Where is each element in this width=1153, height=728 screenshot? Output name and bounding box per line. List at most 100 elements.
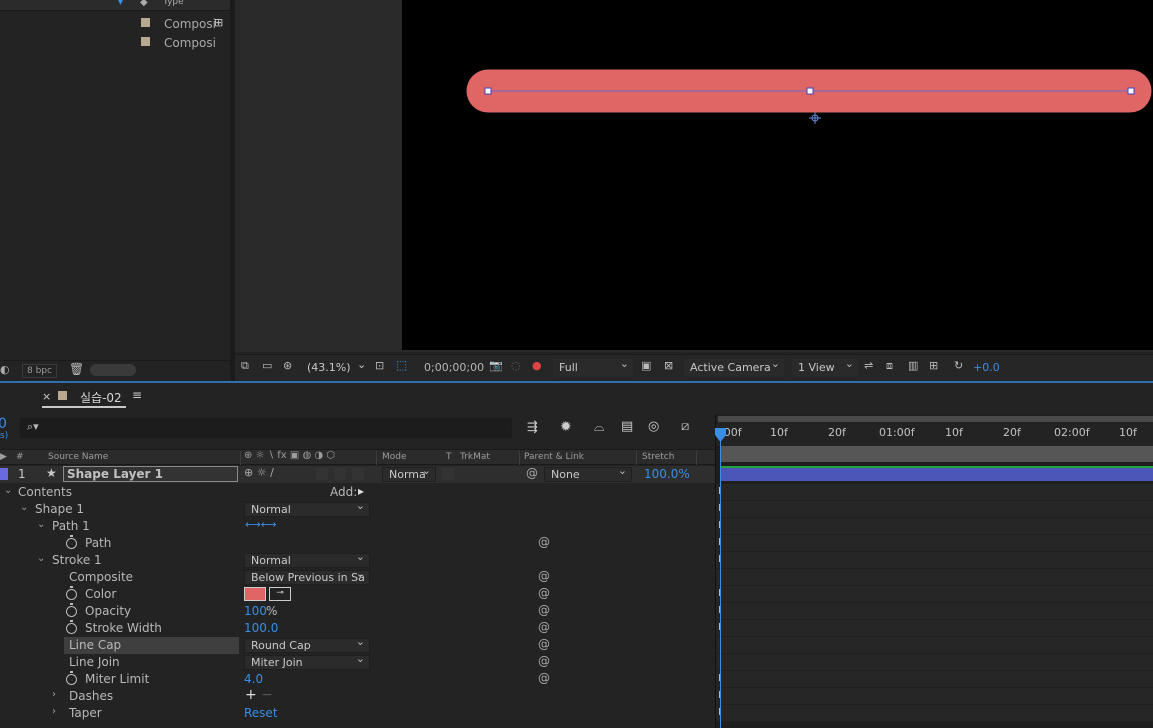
current-time-display[interactable]: 0;00;00;00 (424, 361, 484, 374)
col-label-icon[interactable]: ▶ (0, 452, 7, 462)
zoom-dropdown[interactable]: (43.1%) (307, 361, 351, 374)
zoom-chevron-icon[interactable]: ⌄ (357, 358, 366, 371)
line-cap-dropdown[interactable]: Round Cap (244, 635, 370, 653)
bit-depth-button[interactable]: 8 bpc (22, 364, 57, 378)
col-stretch[interactable]: Stretch (642, 452, 674, 462)
column-type-label[interactable]: Type (163, 0, 184, 7)
interpret-icon[interactable]: ◐ (0, 363, 10, 376)
pick-whip-icon[interactable]: @ (538, 637, 550, 651)
trash-icon[interactable]: 🗑 (69, 362, 84, 376)
always-preview-icon[interactable]: ⧉ (241, 359, 255, 372)
col-mode[interactable]: Mode (382, 452, 407, 462)
shape1-blend-dropdown[interactable]: Normal (244, 499, 370, 517)
close-tab-icon[interactable]: × (42, 390, 51, 403)
fast-preview-icon[interactable]: ▣ (641, 359, 655, 372)
path-direction-icon[interactable]: ⟷⟷ (245, 518, 277, 531)
frame-blending-icon[interactable]: ▤ (621, 419, 633, 434)
expand-chevron-icon[interactable]: ⌄ (20, 502, 28, 513)
panel-menu-icon[interactable]: ≡ (132, 388, 142, 402)
label-tag-icon[interactable]: ◆ (140, 0, 148, 8)
pick-whip-icon[interactable]: @ (538, 586, 550, 600)
stopwatch-icon[interactable] (66, 535, 77, 549)
opacity-value[interactable]: 100 (244, 604, 267, 618)
add-dash-icon[interactable]: + (245, 687, 257, 703)
motion-blur-icon[interactable]: ◎ (648, 419, 659, 434)
exposure-value[interactable]: +0.0 (973, 361, 1000, 374)
layer-switch-box[interactable] (352, 468, 364, 480)
prop-opacity[interactable]: Opacity 100 % @ (0, 603, 715, 620)
line-join-dropdown[interactable]: Miter Join (244, 652, 370, 670)
layer-row[interactable]: 1 ★ Shape Layer 1 ⊕ ☼ ∕ Norma @ None 100… (0, 464, 715, 483)
project-item-2[interactable]: Composi (0, 35, 230, 53)
prop-path1[interactable]: ⌄ Path 1 ⟷⟷ (0, 518, 715, 535)
pick-whip-icon[interactable]: @ (538, 654, 550, 668)
stopwatch-icon[interactable] (66, 603, 77, 617)
pick-whip-icon[interactable]: @ (538, 603, 550, 617)
shape-layer-preview[interactable] (402, 0, 1153, 350)
layer-switches[interactable]: ⊕ ☼ ∕ (244, 466, 274, 479)
column-divider[interactable] (376, 451, 377, 465)
navigator-bar[interactable] (718, 416, 1153, 422)
flowchart-icon[interactable]: ⊞ (929, 359, 943, 372)
stopwatch-icon[interactable] (66, 620, 77, 634)
prop-line-join[interactable]: Line Join Miter Join @ (0, 652, 715, 671)
stretch-value[interactable]: 100.0% (644, 467, 690, 481)
col-parent[interactable]: Parent & Link (524, 452, 584, 462)
column-divider[interactable] (636, 451, 637, 465)
toggle-transparency-icon[interactable]: ⊠ (664, 359, 678, 372)
column-divider[interactable] (240, 451, 241, 465)
timeline-icon[interactable]: ▥ (908, 359, 922, 372)
stopwatch-icon[interactable] (66, 586, 77, 600)
col-t[interactable]: T (446, 452, 452, 462)
prop-color[interactable]: Color ⊸ @ (0, 586, 715, 603)
draft-3d-toggle-icon[interactable]: ✹ (560, 419, 572, 435)
col-number[interactable]: # (16, 452, 24, 462)
pick-whip-icon[interactable]: @ (538, 671, 550, 685)
parent-dropdown[interactable]: None (544, 464, 632, 482)
column-divider[interactable] (696, 451, 697, 465)
prop-composite[interactable]: Composite Below Previous in Sa @ (0, 567, 715, 586)
pick-whip-icon[interactable]: @ (526, 466, 538, 480)
show-snapshot-icon[interactable]: ◌ (511, 359, 525, 372)
prop-taper[interactable]: › Taper Reset (0, 705, 715, 722)
layer-mode-dropdown[interactable]: Norma (382, 464, 436, 482)
miter-limit-value[interactable]: 4.0 (244, 672, 263, 686)
column-divider[interactable] (519, 451, 520, 465)
sort-chevron-icon[interactable]: ▾ (118, 0, 123, 8)
color-swatch[interactable] (244, 587, 266, 601)
remove-dash-icon[interactable]: − (261, 687, 273, 703)
prop-shape1[interactable]: ⌄ Shape 1 Normal (0, 499, 715, 518)
project-scrollbar[interactable] (90, 364, 136, 376)
label-swatch[interactable] (141, 37, 150, 46)
comp-mini-flowchart-icon[interactable]: ⇶ (527, 420, 538, 435)
timeline-tab-title[interactable]: 실습-02 (80, 389, 122, 406)
layer-switch-box[interactable] (334, 468, 346, 480)
layer-search-input[interactable]: ⌕▾ (20, 418, 512, 438)
add-menu-icon[interactable]: ▸ (358, 484, 364, 498)
time-ruler[interactable]: :00f 10f 20f 01:00f 10f 20f 02:00f 10f (716, 416, 1153, 446)
prop-miter-limit[interactable]: Miter Limit 4.0 @ (0, 671, 715, 688)
transparency-grid-icon[interactable]: ⬚ (396, 358, 410, 372)
flowchart-icon[interactable]: ⊞ (214, 16, 223, 29)
channel-rgb-icon[interactable]: ● (532, 359, 546, 372)
current-time-blue[interactable]: 0 (0, 416, 7, 432)
resolution-dropdown[interactable]: Full ⌄ (553, 357, 633, 377)
mask-visibility-icon[interactable]: ⊛ (283, 359, 297, 372)
pick-whip-icon[interactable]: @ (538, 620, 550, 634)
layer-switch-box[interactable] (316, 468, 328, 480)
composite-dropdown[interactable]: Below Previous in Sa (244, 567, 370, 585)
camera-dropdown[interactable]: Active Camera ⌄ (684, 357, 784, 377)
region-of-interest-icon[interactable]: ⊡ (375, 359, 389, 372)
stopwatch-icon[interactable] (66, 671, 77, 685)
prop-dashes[interactable]: › Dashes + − (0, 687, 715, 705)
label-swatch[interactable] (141, 18, 150, 27)
layer-name[interactable]: Shape Layer 1 (63, 466, 238, 482)
layer-duration-bar[interactable] (720, 466, 1153, 481)
pixel-aspect-icon[interactable]: ⇌ (864, 359, 878, 372)
stroke-width-value[interactable]: 100.0 (244, 621, 278, 635)
project-item-1[interactable]: Composi ⊞ (0, 16, 230, 34)
col-trkmat[interactable]: TrkMat (460, 452, 490, 462)
trkmat-box[interactable] (442, 468, 454, 480)
monitor-icon[interactable]: ▭ (262, 359, 276, 372)
expand-chevron-icon[interactable]: ⌄ (37, 553, 45, 564)
